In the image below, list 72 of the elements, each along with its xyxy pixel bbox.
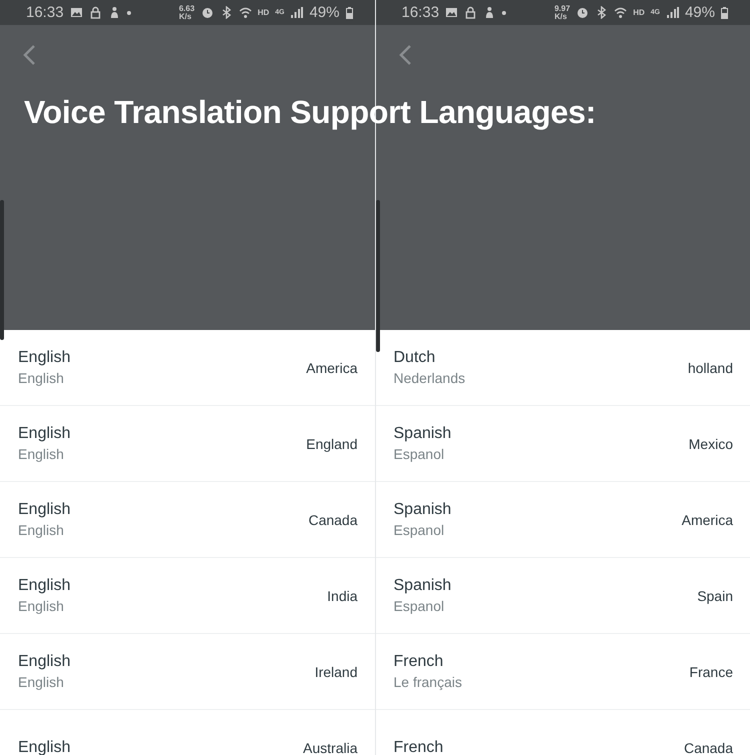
language-name: English [18, 653, 72, 671]
language-name: French [394, 738, 444, 755]
native-name: Espanol [394, 598, 446, 614]
lock-icon [464, 6, 478, 19]
hd-label: HD [633, 8, 645, 16]
back-icon[interactable] [22, 45, 36, 65]
native-name: Espanol [394, 446, 446, 462]
region-label: holland [688, 360, 733, 376]
scroll-handle[interactable] [0, 200, 4, 340]
image-icon [70, 6, 83, 19]
native-name: English [18, 446, 65, 462]
language-row[interactable]: Spanish Espanol Mexico [376, 406, 750, 482]
lock-icon [88, 6, 102, 19]
language-row[interactable]: English English India [0, 558, 374, 634]
bluetooth-icon [595, 6, 608, 19]
native-name: English [18, 522, 65, 538]
back-icon[interactable] [398, 45, 412, 65]
native-name: English [18, 598, 65, 614]
network-speed: 6.63 K/s [178, 4, 195, 20]
language-name: Dutch [394, 349, 436, 367]
language-row[interactable]: English English England [0, 406, 374, 482]
language-name: English [18, 501, 72, 519]
region-label: Mexico [688, 436, 733, 452]
language-name: English [18, 425, 72, 443]
region-label: Australia [303, 740, 358, 755]
native-name: Le français [394, 674, 463, 690]
region-label: France [689, 664, 733, 680]
region-label: Ireland [314, 664, 358, 680]
native-name: English [18, 370, 65, 386]
network-speed: 9.97 K/s [554, 4, 570, 20]
language-row[interactable]: Spanish Espanol America [376, 482, 750, 558]
language-row[interactable]: English Australia [0, 710, 374, 755]
region-label: England [306, 436, 358, 452]
language-row[interactable]: English English America [0, 330, 374, 406]
wifi-icon [614, 6, 628, 19]
dot-icon [126, 10, 131, 14]
battery-icon [346, 6, 352, 18]
region-label: America [682, 512, 733, 528]
language-name: French [394, 653, 444, 671]
dot-icon [502, 10, 506, 14]
language-row[interactable]: Spanish Espanol Spain [376, 558, 750, 634]
wifi-icon [238, 6, 252, 19]
language-name: English [18, 577, 72, 595]
native-name: English [18, 674, 65, 690]
language-name: English [18, 349, 72, 367]
clock-time: 16:33 [26, 4, 64, 21]
scroll-handle[interactable] [376, 200, 380, 352]
battery-percent: 49% [684, 4, 715, 21]
language-row[interactable]: French Canada [376, 710, 750, 755]
region-label: India [327, 588, 358, 604]
region-label: Canada [308, 512, 358, 528]
battery-percent: 49% [309, 4, 340, 21]
language-name: English [18, 738, 72, 755]
native-name: Espanol [394, 522, 446, 538]
signal-icon [290, 6, 304, 19]
alarm-icon [576, 6, 590, 19]
clock-time: 16:33 [402, 4, 440, 21]
battery-icon [721, 6, 728, 18]
language-row[interactable]: French Le français France [376, 634, 750, 710]
hd-label: HD [258, 8, 270, 16]
region-label: Canada [684, 740, 733, 755]
signal-icon [666, 6, 679, 19]
language-name: Spanish [394, 425, 452, 443]
region-label: America [306, 360, 358, 376]
language-name: Spanish [394, 577, 452, 595]
language-row[interactable]: English English Canada [0, 482, 374, 558]
language-row[interactable]: English English Ireland [0, 634, 374, 710]
region-label: Spain [697, 588, 733, 604]
image-icon [445, 6, 458, 19]
native-name: Nederlands [394, 370, 466, 386]
alarm-icon [200, 6, 214, 19]
language-name: Spanish [394, 501, 452, 519]
